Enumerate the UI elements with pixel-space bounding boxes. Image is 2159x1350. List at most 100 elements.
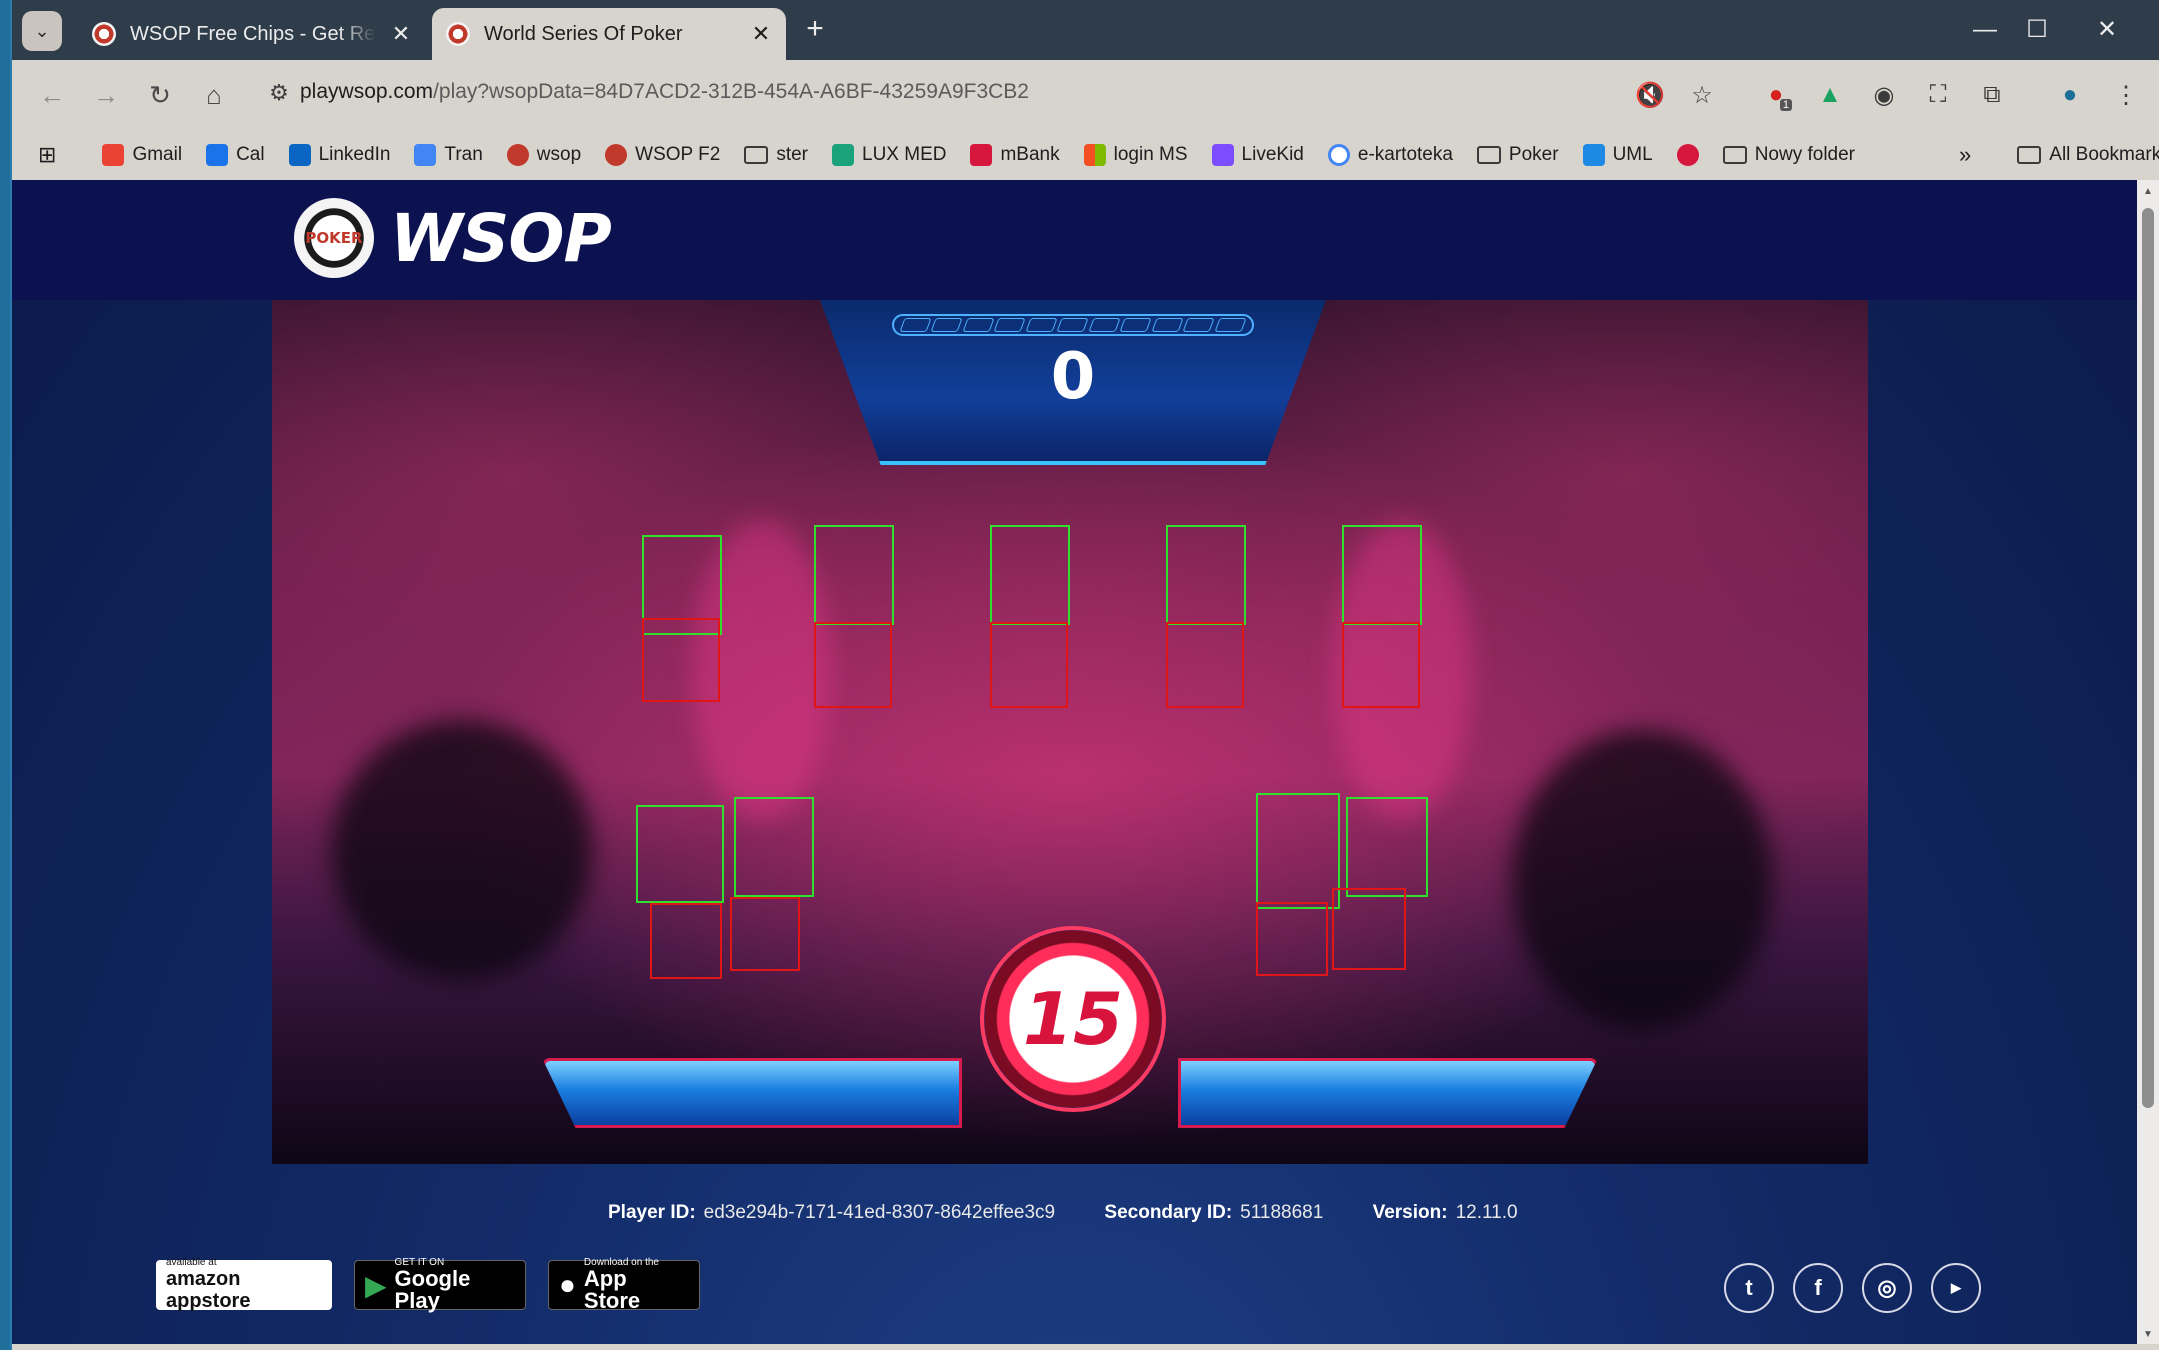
tab-strip: ⌄ WSOP Free Chips - Get Rewards ✕ World … [12,0,2159,60]
bookmark-linkedin[interactable]: LinkedIn [288,144,390,166]
bookmarks-bar: ⊞ Gmail Cal LinkedIn Tran wsop WSOP F2 s… [12,130,2159,180]
bookmark-label: Cal [236,144,265,165]
bookmark-wsop[interactable]: wsop [506,144,581,166]
extension-icon[interactable]: ◉ [1866,77,1902,113]
detection-box-green [1346,797,1428,897]
store-badge-small: available at [166,1257,217,1268]
bookmark-gmail[interactable]: Gmail [102,144,182,166]
detection-box-green [814,525,894,625]
bookmark-label: LUX MED [862,144,947,165]
apps-grid-icon[interactable]: ⊞ [38,142,56,168]
bottom-bar-left [542,1058,962,1128]
detection-box-green [990,525,1070,625]
scroll-down-icon[interactable]: ▼ [2142,1329,2154,1340]
linkedin-icon [288,144,311,166]
site-info-icon[interactable]: ⚙ [264,80,294,110]
detection-box-green [636,805,724,903]
address-bar[interactable]: playwsop.com/play?wsopData=84D7ACD2-312B… [300,80,1029,104]
extension-adblock-icon[interactable]: ● 1 [1758,77,1794,113]
bookmark-uml[interactable]: UML [1582,144,1653,166]
tab-world-series-of-poker[interactable]: World Series Of Poker ✕ [432,8,786,60]
livekid-icon [1211,144,1234,166]
bookmark-label: Poker [1508,144,1559,165]
facebook-icon[interactable]: f [1793,1263,1843,1313]
amazon-appstore-badge[interactable]: available at amazon appstore [156,1257,332,1312]
bookmark-label: UML [1612,144,1653,165]
detection-box-green [1342,525,1422,625]
close-tab-icon[interactable]: ✕ [390,21,412,47]
secondary-id-value: 51188681 [1240,1202,1324,1223]
bookmark-star-icon[interactable]: ☆ [1684,77,1720,113]
chip-logo-text: POKER [305,229,363,247]
bookmark-folder-nowy-folder[interactable]: Nowy folder [1722,144,1856,166]
timer-value: 15 [1022,977,1124,1061]
luxmed-icon [832,144,855,166]
bookmark-lips[interactable] [1676,144,1699,166]
minimize-icon[interactable]: — [1960,10,2010,50]
close-window-icon[interactable]: ✕ [2082,10,2132,50]
google-play-badge[interactable]: ▶ GET IT ON Google Play [354,1258,526,1313]
extensions-puzzle-icon[interactable]: ⧉ [1974,77,2010,113]
google-play-icon: ▶ [365,1269,387,1301]
scrollbar-thumb[interactable] [2142,208,2154,1108]
camera-right [1512,730,1772,1030]
reload-icon[interactable]: ↻ [142,77,178,113]
detection-box-red [642,618,720,702]
app-store-badge[interactable]: ● Download on the App Store [548,1258,700,1313]
calendar-icon [206,144,229,166]
tab-wsop-free-chips[interactable]: WSOP Free Chips - Get Rewards ✕ [78,8,426,60]
detection-box-red [1342,622,1420,708]
site-header: POKER WSOP [12,180,2139,300]
secondary-id-label: Secondary ID: [1104,1202,1233,1223]
tab-search-dropdown-icon[interactable]: ⌄ [22,11,62,51]
twitter-icon[interactable]: t [1724,1263,1774,1313]
score-panel: 0 [820,300,1326,465]
bookmark-cal[interactable]: Cal [206,144,265,166]
detection-box-green [734,797,814,897]
microsoft-icon [1083,144,1106,166]
store-badge-big: App Store [583,1266,641,1313]
new-tab-icon[interactable]: + [798,14,832,48]
tab-title: World Series Of Poker [484,22,683,45]
store-badge-big: Google Play [394,1266,471,1313]
player-info: Player ID: ed3e294b-7171-41ed-8307-8642ef… [608,1202,1562,1224]
score-progress-bar [892,314,1254,336]
bookmark-mbank[interactable]: mBank [970,144,1060,166]
youtube-icon[interactable]: ▶ [1931,1263,1981,1313]
bookmark-folder-poker[interactable]: Poker [1476,144,1559,166]
more-bookmarks-chevron-icon[interactable]: » [1959,142,1971,168]
bookmark-wsop-f2[interactable]: WSOP F2 [605,144,720,166]
detection-box-red [1332,888,1406,970]
instagram-icon[interactable]: ◎ [1862,1263,1912,1313]
profile-avatar-icon[interactable]: ● [2052,77,2088,113]
game-canvas[interactable]: 0 15 [272,300,1868,1164]
muted-speaker-icon[interactable]: 🔇 [1632,77,1668,113]
bookmark-folder-ster[interactable]: ster [744,144,808,166]
scroll-up-icon[interactable]: ▲ [2142,186,2154,197]
wsop-chip-logo-icon[interactable]: POKER [294,198,374,278]
bookmark-lux-med[interactable]: LUX MED [832,144,946,166]
back-icon[interactable]: ← [34,77,70,113]
google-icon [1327,144,1350,166]
bookmark-e-kartoteka[interactable]: e-kartoteka [1327,144,1453,166]
detection-box-red [1166,622,1244,708]
bookmark-label: login MS [1113,144,1188,165]
menu-kebab-icon[interactable]: ⋮ [2108,77,2144,113]
folder-icon [1476,146,1501,164]
home-icon[interactable]: ⌂ [196,77,232,113]
wsop-logo[interactable]: WSOP [390,200,612,277]
all-bookmarks-folder[interactable]: All Bookmarks [2017,144,2159,166]
bookmark-label: Nowy folder [1754,144,1856,165]
maximize-icon[interactable]: ☐ [2012,10,2062,50]
screenshot-icon[interactable]: ⛶ [1920,77,1956,113]
bookmark-tran[interactable]: Tran [414,144,483,166]
bookmark-login-ms[interactable]: login MS [1083,144,1188,166]
vertical-scrollbar[interactable]: ▲ ▼ [2137,180,2159,1344]
forward-icon[interactable]: → [88,77,124,113]
google-drive-icon[interactable]: ▲ [1812,77,1848,113]
countdown-timer: 15 [980,926,1166,1112]
bookmark-livekid[interactable]: LiveKid [1211,144,1304,166]
close-tab-icon[interactable]: ✕ [750,21,772,47]
bookmark-label: All Bookmarks [2049,144,2159,165]
gmail-icon [102,144,125,166]
